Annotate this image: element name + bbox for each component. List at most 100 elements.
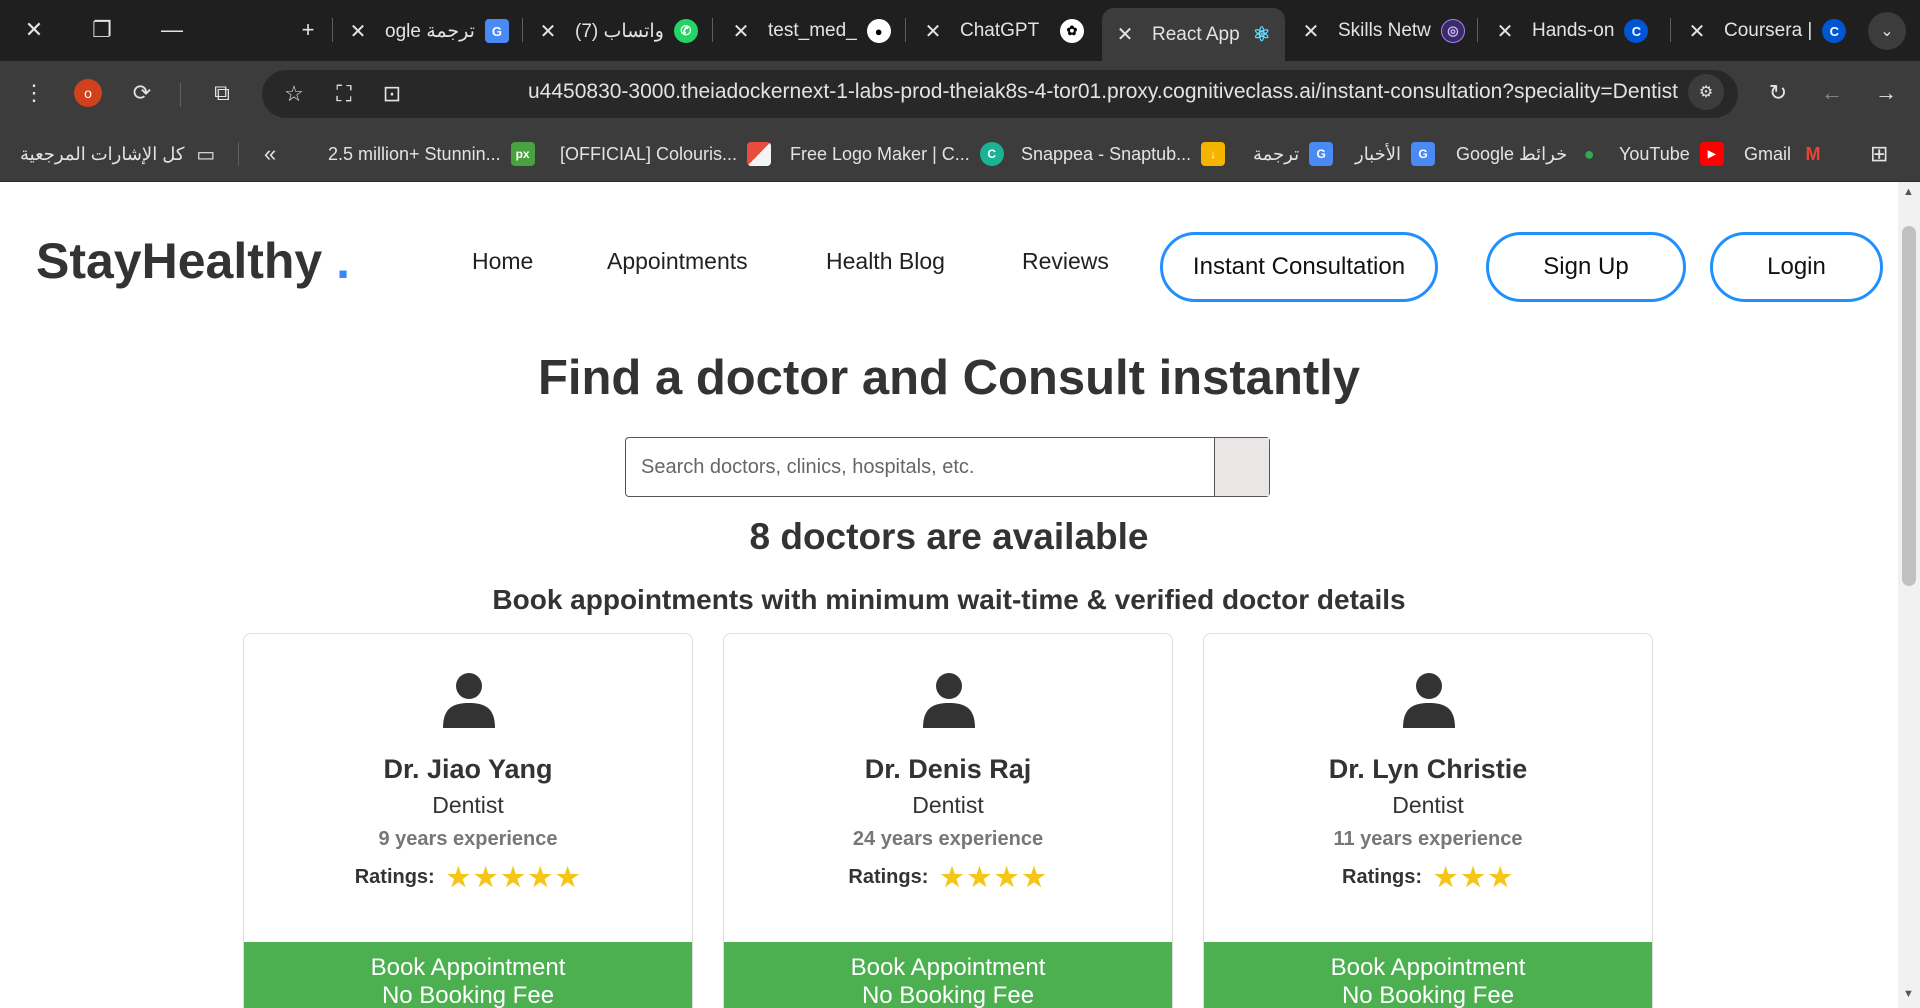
tab-google-translate[interactable]: ✕ ogle ترجمة G — [345, 8, 515, 54]
book-appointment-label: Book Appointment — [370, 954, 566, 981]
bookmark-youtube[interactable]: YouTube ▶ — [1619, 140, 1724, 168]
tab-skills-network[interactable]: ✕ Skills Netw ◎ — [1298, 8, 1468, 54]
back-arrow-icon[interactable]: ← — [1812, 73, 1852, 113]
close-tab-icon[interactable]: ✕ — [535, 19, 561, 44]
page-viewport: StayHealthy . Home Appointments Health B… — [0, 182, 1920, 1008]
bookmark-label: Free Logo Maker | C... — [790, 143, 970, 164]
nav-reviews[interactable]: Reviews — [1022, 248, 1109, 275]
book-appointment-button[interactable]: Book Appointment No Booking Fee — [244, 942, 692, 1008]
tab-react-app[interactable]: ✕ React App ⚛ — [1102, 8, 1285, 61]
bookmark-pixabay[interactable]: 2.5 million+ Stunnin... px — [328, 140, 535, 168]
minimize-window-icon[interactable]: — — [152, 10, 192, 50]
github-icon: ● — [866, 19, 891, 43]
book-appointment-label: Book Appointment — [1330, 954, 1526, 981]
tab-coursera[interactable]: ✕ Coursera | C — [1684, 8, 1854, 54]
logo-text: StayHealthy — [36, 233, 323, 289]
browser-toolbar: ⋮ o ⟳ ⧉ ☆ ⛶ ⊡ u4450830-3000.theiadockern… — [0, 61, 1920, 126]
overflow-chevron-icon[interactable]: « — [264, 140, 276, 168]
apps-grid-icon[interactable]: ⊞ — [1870, 140, 1888, 168]
performance-icon[interactable]: ⟳ — [122, 73, 162, 113]
tab-label: ogle ترجمة — [385, 20, 475, 42]
tab-search-chevron-icon[interactable]: ⌄ — [1868, 12, 1906, 50]
nav-appointments[interactable]: Appointments — [607, 248, 748, 275]
bookmark-translate[interactable]: ترجمة G — [1253, 140, 1334, 168]
gmail-icon: M — [1805, 143, 1821, 164]
close-tab-icon[interactable]: ✕ — [1492, 19, 1518, 44]
no-booking-fee-label: No Booking Fee — [861, 982, 1035, 1008]
url-text[interactable]: u4450830-3000.theiadockernext-1-labs-pro… — [528, 80, 1678, 104]
close-tab-icon[interactable]: ✕ — [1684, 19, 1710, 44]
extensions-icon[interactable]: ⧉ — [202, 73, 242, 113]
bookmark-gmail[interactable]: Gmail M — [1744, 140, 1825, 168]
doctor-experience: 11 years experience — [1333, 828, 1523, 850]
search-input[interactable] — [626, 438, 1216, 496]
tab-hands-on[interactable]: ✕ Hands-on C — [1492, 8, 1662, 54]
site-settings-icon[interactable]: ⚙ — [1688, 74, 1724, 110]
doctor-experience: 24 years experience — [852, 828, 1044, 850]
forward-arrow-icon[interactable]: → — [1866, 73, 1906, 113]
star-icon: ★ — [555, 862, 580, 892]
star-icon: ★ — [995, 862, 1019, 892]
bookmark-news[interactable]: الأخبار G — [1355, 140, 1436, 168]
translate-page-icon[interactable]: ⛶ — [324, 74, 364, 114]
site-logo[interactable]: StayHealthy . — [36, 232, 350, 290]
chatgpt-icon: ✿ — [1060, 19, 1084, 43]
nav-health-blog[interactable]: Health Blog — [826, 248, 945, 275]
new-tab-icon[interactable]: + — [288, 10, 328, 50]
doctor-speciality: Dentist — [432, 792, 504, 818]
bookmark-snappea[interactable]: Snappea - Snaptub... ↓ — [1021, 140, 1226, 168]
reload-icon[interactable]: ↻ — [1758, 73, 1798, 113]
tab-whatsapp[interactable]: ✕ (7) واتساب ✆ — [535, 8, 705, 54]
star-icon: ★ — [446, 862, 471, 892]
star-icon: ★ — [501, 862, 525, 892]
close-tab-icon[interactable]: ✕ — [345, 19, 371, 44]
page-scrollbar[interactable]: ▲ ▼ — [1898, 182, 1920, 1008]
tab-label: (7) واتساب — [575, 20, 664, 42]
menu-dots-icon[interactable]: ⋮ — [14, 73, 54, 113]
doctor-rating: Ratings: ★ ★ ★ ★ ★ — [244, 862, 692, 893]
close-tab-icon[interactable]: ✕ — [1112, 22, 1138, 47]
close-window-icon[interactable]: ✕ — [14, 10, 54, 50]
close-tab-icon[interactable]: ✕ — [1298, 19, 1324, 44]
install-app-icon[interactable]: ⊡ — [372, 74, 412, 114]
logo-maker-icon: C — [979, 142, 1004, 166]
ratings-label: Ratings: — [1342, 866, 1423, 888]
ratings-label: Ratings: — [354, 866, 435, 888]
bookmark-label: Gmail — [1744, 143, 1792, 164]
no-booking-fee-label: No Booking Fee — [381, 982, 555, 1008]
instant-consultation-button[interactable]: Instant Consultation — [1160, 232, 1438, 302]
doctor-experience: 9 years experience — [378, 828, 558, 850]
tab-label: React App — [1152, 23, 1240, 45]
google-translate-icon: G — [484, 19, 509, 43]
scrollbar-thumb[interactable] — [1902, 226, 1916, 586]
book-appointment-button[interactable]: Book Appointment No Booking Fee — [724, 942, 1172, 1008]
all-bookmarks[interactable]: كل الإشارات المرجعية ▭ — [20, 140, 215, 168]
doctor-name: Dr. Jiao Yang — [383, 754, 553, 784]
bookmark-maps[interactable]: Google خرائط ● — [1456, 140, 1601, 168]
doctors-available-count: 8 doctors are available — [749, 516, 1149, 557]
whatsapp-icon: ✆ — [673, 19, 698, 43]
bookmark-colourise[interactable]: [OFFICIAL] Colouris... — [560, 140, 772, 168]
scroll-down-arrow-icon[interactable]: ▼ — [1903, 988, 1914, 1000]
tab-chatgpt[interactable]: ✕ ChatGPT ✿ — [920, 8, 1090, 54]
address-bar[interactable]: ☆ ⛶ ⊡ u4450830-3000.theiadockernext-1-la… — [262, 70, 1738, 118]
close-tab-icon[interactable]: ✕ — [920, 19, 946, 44]
star-icon: ★ — [1434, 862, 1458, 892]
nav-home[interactable]: Home — [472, 248, 533, 275]
doctor-speciality: Dentist — [1392, 792, 1464, 818]
bookmark-star-icon[interactable]: ☆ — [274, 74, 314, 114]
tab-label: ChatGPT — [960, 20, 1040, 41]
login-button[interactable]: Login — [1710, 232, 1883, 302]
bookmark-logo-maker[interactable]: Free Logo Maker | C... C — [790, 140, 1004, 168]
profile-avatar[interactable]: o — [68, 73, 108, 113]
scroll-up-arrow-icon[interactable]: ▲ — [1903, 186, 1914, 198]
bookmark-label: YouTube — [1619, 143, 1690, 164]
restore-window-icon[interactable]: ❐ — [82, 10, 122, 50]
doctor-avatar-icon — [443, 673, 495, 728]
tab-github[interactable]: ✕ test_med_ ● — [728, 8, 898, 54]
close-tab-icon[interactable]: ✕ — [728, 19, 754, 44]
book-appointment-button[interactable]: Book Appointment No Booking Fee — [1204, 942, 1652, 1008]
sign-up-button[interactable]: Sign Up — [1486, 232, 1686, 302]
page-heading: Find a doctor and Consult instantly — [537, 351, 1361, 405]
search-button[interactable] — [1214, 438, 1269, 496]
